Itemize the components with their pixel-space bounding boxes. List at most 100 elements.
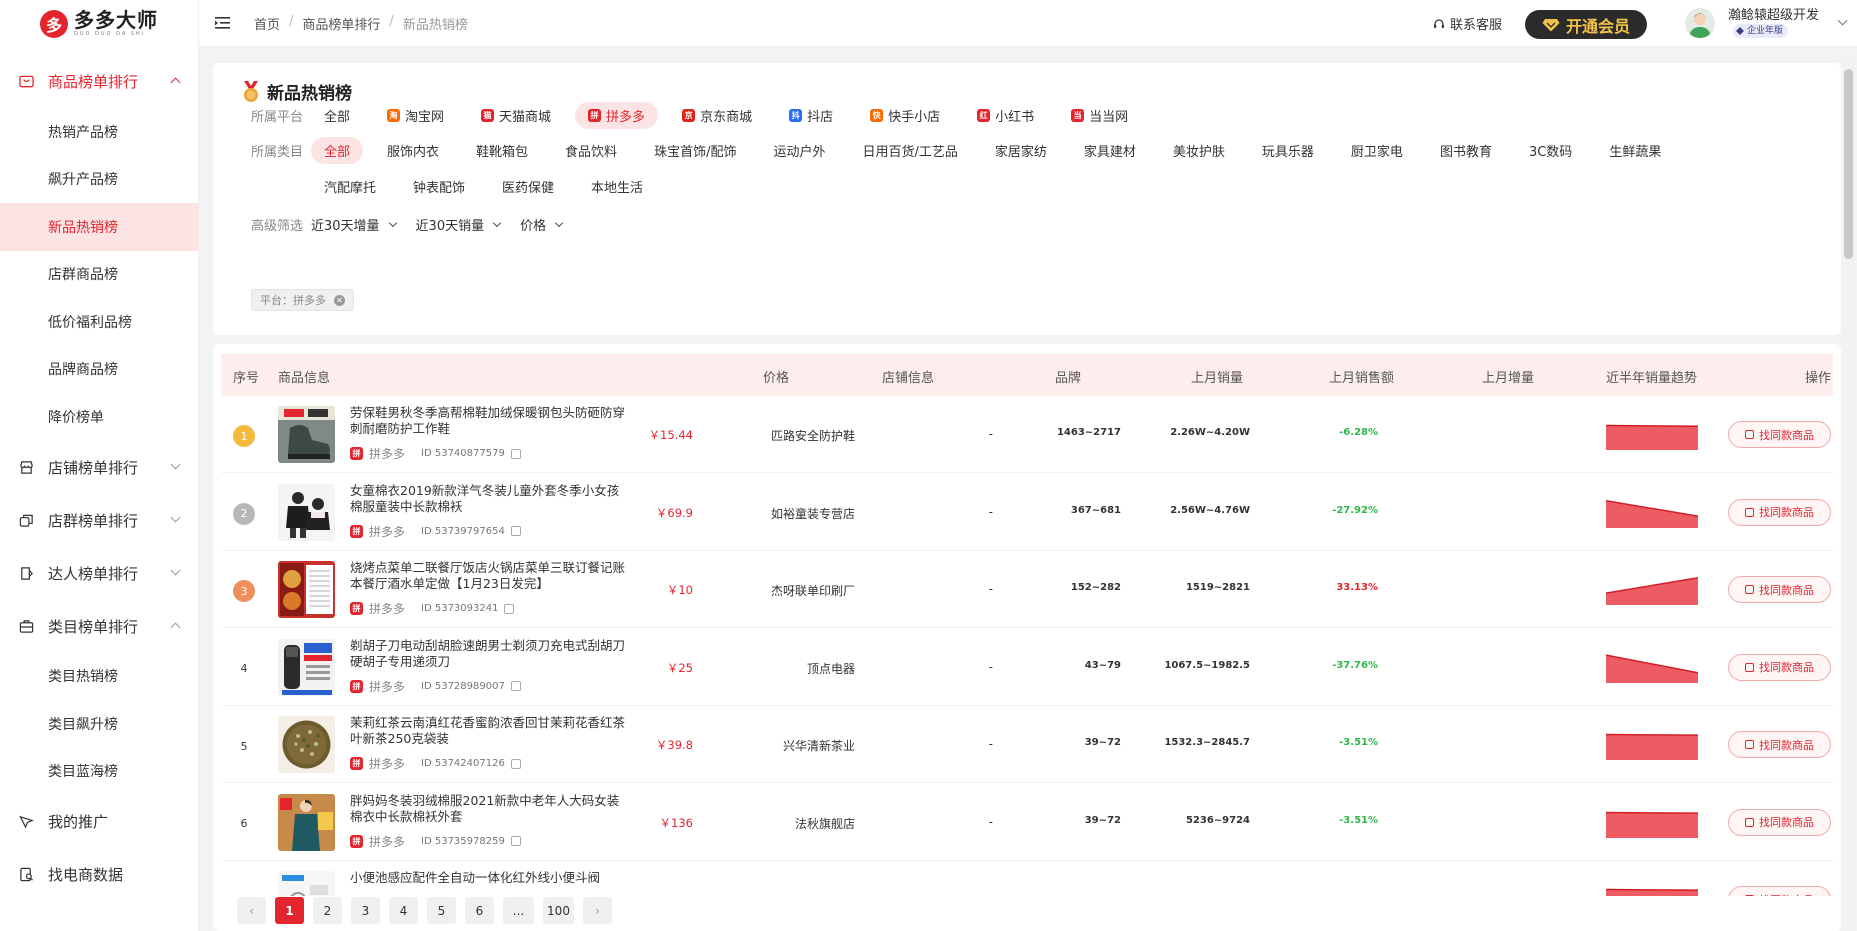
category-chip[interactable]: 运动户外 [760,137,839,164]
category-chip[interactable]: 家居家纺 [981,137,1060,164]
copy-icon[interactable] [510,526,521,536]
product-title[interactable]: 烧烤点菜单二联餐厅饭店火锅店菜单三联订餐记账本餐厅酒水单定做【1月23日发完】 [350,560,630,592]
sidebar-item[interactable]: 类目蓝海榜 [0,748,199,796]
product-thumbnail[interactable] [278,483,335,541]
brand-logo[interactable]: 多 多多大师 DUO DUO DA SHI [40,9,158,38]
page-button[interactable]: 2 [313,897,342,924]
product-thumbnail[interactable] [278,716,335,773]
user-menu-chevron-icon[interactable] [1837,15,1848,26]
nav-group-influencer-ranking[interactable]: 达人榜单排行 [0,547,199,600]
table-row[interactable]: 5 茉莉红茶云南滇红花香蜜韵浓香回甘茉莉花香红茶叶新茶250克袋装拼拼多多 ID 5… [221,706,1833,783]
page-button[interactable]: 6 [465,897,494,924]
remove-filter-icon[interactable]: ✕ [334,294,345,306]
table-row[interactable]: 7 小便池感应配件全自动一体化红外线小便斗阀找同款商品 [221,861,1833,896]
nav-group-shop-ranking[interactable]: 店铺榜单排行 [0,441,199,494]
applied-filter-tag[interactable]: 平台：拼多多 ✕ [251,289,354,311]
category-chip[interactable]: 钟表配饰 [400,173,479,200]
page-button[interactable]: 5 [427,897,456,924]
product-thumbnail[interactable] [278,871,335,896]
nav-group-shop-group-ranking[interactable]: 店群榜单排行 [0,494,199,547]
table-row[interactable]: 4 剃胡子刀电动刮胡脸速朗男士剃须刀充电式刮胡刀硬胡子专用递须刀拼拼多多 ID 53… [221,628,1833,706]
advanced-filter-dropdown[interactable]: 近30天增量 [311,215,397,234]
nav-group-product-ranking[interactable]: 商品榜单排行 [0,55,199,108]
nav-group-my-promotion[interactable]: 我的推广 [0,795,199,848]
platform-chip[interactable]: 淘淘宝网 [374,102,458,129]
copy-icon[interactable] [510,448,521,459]
header-growth[interactable]: 上月增量 [1482,367,1534,386]
category-chip[interactable]: 本地生活 [578,173,657,200]
category-chip[interactable]: 食品饮料 [552,137,631,164]
page-button[interactable]: 1 [275,897,304,924]
table-row[interactable]: 3 烧烤点菜单二联餐厅饭店火锅店菜单三联订餐记账本餐厅酒水单定做【1月23日发完】… [221,551,1833,628]
category-chip[interactable]: 鞋靴箱包 [463,137,542,164]
advanced-filter-dropdown[interactable]: 价格 [520,215,564,234]
platform-chip[interactable]: 红小红书 [964,102,1048,129]
page-button[interactable]: 3 [351,897,380,924]
category-chip[interactable]: 生鲜蔬果 [1596,137,1675,164]
breadcrumb-section[interactable]: 商品榜单排行 [302,14,380,33]
find-similar-button[interactable]: 找同款商品 [1728,498,1831,526]
sidebar-item[interactable]: 热销产品榜 [0,108,199,156]
category-chip[interactable]: 日用百货/工艺品 [849,137,971,164]
platform-chip[interactable]: 快快手小店 [857,102,954,129]
sidebar-item[interactable]: 类目热销榜 [0,653,199,701]
product-thumbnail[interactable] [278,561,335,618]
user-name[interactable]: 瀚鲶辕超级开发 [1728,4,1819,23]
sidebar-item[interactable]: 低价福利品榜 [0,298,199,346]
copy-icon[interactable] [510,836,521,846]
product-thumbnail[interactable] [278,793,335,851]
product-title[interactable]: 女童棉衣2019新款洋气冬装儿童外套冬季小女孩棉服童装中长款棉袄 [350,483,630,515]
category-chip[interactable]: 医药保健 [489,173,568,200]
product-title[interactable]: 茉莉红茶云南滇红花香蜜韵浓香回甘茉莉花香红茶叶新茶250克袋装 [350,715,630,747]
product-thumbnail[interactable] [278,406,335,463]
category-chip[interactable]: 3C数码 [1515,137,1586,164]
copy-icon[interactable] [510,758,521,769]
platform-chip[interactable]: 抖抖店 [776,102,847,129]
find-similar-button[interactable]: 找同款商品 [1728,731,1831,758]
customer-service-link[interactable]: 联系客服 [1433,14,1502,33]
page-button[interactable]: 100 [543,897,574,924]
page-ellipsis[interactable]: ... [503,897,534,924]
find-similar-button[interactable]: 找同款商品 [1728,886,1831,896]
product-thumbnail[interactable] [278,638,335,696]
prev-page-button[interactable]: ‹ [237,897,266,924]
header-last-sales[interactable]: 上月销量 [1191,367,1243,386]
menu-collapse-icon[interactable] [215,16,230,30]
category-chip[interactable]: 玩具乐器 [1248,137,1327,164]
platform-chip[interactable]: 当当当网 [1058,102,1142,129]
platform-chip[interactable]: 拼拼多多 [575,102,659,129]
category-chip[interactable]: 汽配摩托 [311,173,390,200]
nav-group-category-ranking[interactable]: 类目榜单排行 [0,600,199,653]
platform-chip[interactable]: 猫天猫商城 [468,102,565,129]
product-title[interactable]: 胖妈妈冬装羽绒棉服2021新款中老年人大码女装棉衣中长款棉袄外套 [350,793,630,825]
sidebar-item[interactable]: 类目飙升榜 [0,700,199,748]
page-button[interactable]: 4 [389,897,418,924]
find-similar-button[interactable]: 找同款商品 [1728,808,1831,836]
open-vip-button[interactable]: 开通会员 [1525,10,1647,39]
find-similar-button[interactable]: 找同款商品 [1728,653,1831,681]
category-chip[interactable]: 美妆护肤 [1159,137,1238,164]
product-title[interactable]: 小便池感应配件全自动一体化红外线小便斗阀 [350,870,630,886]
category-chip[interactable]: 厨卫家电 [1337,137,1416,164]
header-last-amount[interactable]: 上月销售额 [1329,367,1394,386]
copy-icon[interactable] [504,603,515,614]
sidebar-item[interactable]: 店群商品榜 [0,251,199,299]
find-similar-button[interactable]: 找同款商品 [1728,576,1831,603]
breadcrumb-home[interactable]: 首页 [254,14,280,33]
user-avatar[interactable] [1685,8,1715,38]
table-row[interactable]: 1 劳保鞋男秋冬季高帮棉鞋加绒保暖钢包头防砸防穿刺耐磨防护工作鞋拼拼多多 ID 53… [221,396,1833,473]
sidebar-item[interactable]: 飙升产品榜 [0,156,199,204]
page-scrollbar[interactable] [1842,63,1855,931]
find-similar-button[interactable]: 找同款商品 [1728,421,1831,448]
header-price[interactable]: 价格 [763,367,789,386]
sidebar-item[interactable]: 品牌商品榜 [0,346,199,394]
category-chip[interactable]: 全部 [311,137,364,164]
category-chip[interactable]: 家具建材 [1070,137,1149,164]
category-chip[interactable]: 珠宝首饰/配饰 [641,137,750,164]
category-chip[interactable]: 服饰内衣 [374,137,453,164]
category-chip[interactable]: 图书教育 [1426,137,1505,164]
table-row[interactable]: 6 胖妈妈冬装羽绒棉服2021新款中老年人大码女装棉衣中长款棉袄外套拼拼多多 ID … [221,783,1833,861]
advanced-filter-dropdown[interactable]: 近30天销量 [416,215,502,234]
copy-icon[interactable] [510,681,521,691]
scrollbar-thumb[interactable] [1844,69,1853,259]
